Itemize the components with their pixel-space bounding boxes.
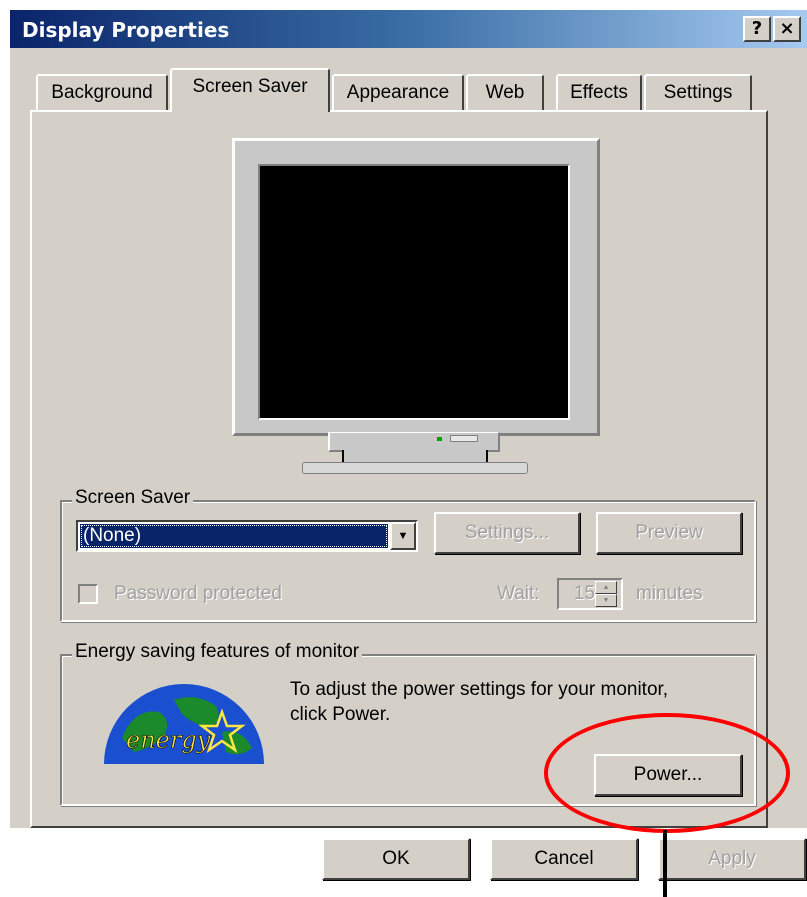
monitor-foot	[302, 462, 528, 474]
tab-screen-saver[interactable]: Screen Saver	[170, 68, 330, 112]
cancel-button-label: Cancel	[534, 848, 594, 869]
power-led-icon	[437, 437, 442, 441]
cancel-button[interactable]: Cancel	[490, 838, 638, 880]
energy-star-logo-icon: energy	[104, 684, 264, 764]
energy-logo-text: energy	[126, 726, 211, 754]
tab-label: Screen Saver	[192, 76, 308, 97]
energy-description-line1: To adjust the power settings for your mo…	[290, 679, 669, 700]
ok-button[interactable]: OK	[322, 838, 470, 880]
tab-web[interactable]: Web	[466, 74, 544, 110]
settings-button[interactable]: Settings...	[434, 512, 580, 554]
wait-units-label: minutes	[636, 583, 703, 604]
annotation-pointer-line	[663, 830, 667, 897]
tab-label: Background	[51, 82, 153, 103]
energy-saving-group-label: Energy saving features of monitor	[72, 641, 363, 663]
apply-button-label: Apply	[708, 848, 756, 869]
help-button[interactable]: ?	[743, 16, 771, 42]
tab-effects[interactable]: Effects	[556, 74, 642, 110]
screen-saver-group-label: Screen Saver	[72, 487, 194, 509]
password-protected-checkbox[interactable]	[78, 584, 98, 604]
spin-up-icon[interactable]: ▲	[595, 581, 617, 594]
tab-label: Effects	[570, 82, 628, 103]
spin-down-icon[interactable]: ▼	[595, 594, 617, 607]
tab-background[interactable]: Background	[36, 74, 168, 110]
tab-label: Appearance	[346, 82, 450, 103]
apply-button[interactable]: Apply	[658, 838, 806, 880]
monitor-screen	[258, 164, 570, 420]
settings-button-label: Settings...	[464, 522, 550, 543]
preview-button[interactable]: Preview	[596, 512, 742, 554]
tab-appearance[interactable]: Appearance	[332, 74, 464, 110]
screen-saver-select[interactable]: (None) ▼	[76, 520, 418, 552]
ok-button-label: OK	[382, 848, 410, 869]
window-title: Display Properties	[22, 18, 230, 42]
tab-label: Settings	[663, 82, 733, 103]
annotation-highlight-circle	[544, 713, 790, 833]
tab-label: Web	[485, 82, 525, 103]
screen-saver-selected-value: (None)	[80, 524, 388, 548]
close-button[interactable]: ×	[773, 16, 801, 42]
dropdown-arrow-icon[interactable]: ▼	[390, 522, 416, 550]
password-protected-label: Password protected	[114, 583, 282, 604]
preview-button-label: Preview	[635, 522, 703, 543]
monitor-button-icon	[450, 435, 478, 442]
energy-description-line2: click Power.	[290, 704, 391, 725]
wait-label: Wait:	[497, 583, 540, 604]
tab-settings[interactable]: Settings	[644, 74, 752, 110]
title-bar[interactable]: Display Properties ? ×	[10, 10, 807, 48]
